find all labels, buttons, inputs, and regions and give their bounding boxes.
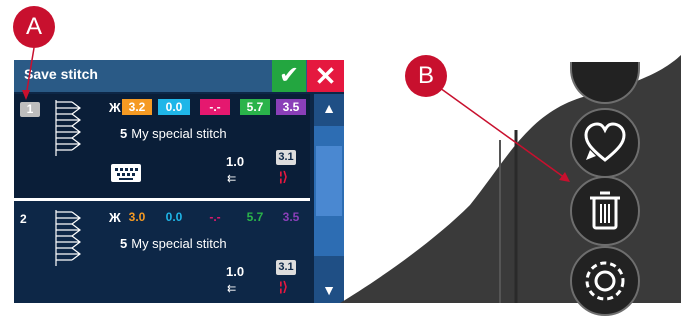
settings-button[interactable] bbox=[570, 246, 640, 316]
stitch-preview-icon bbox=[55, 210, 81, 266]
dialog-title: Save stitch bbox=[24, 66, 98, 82]
delete-button[interactable] bbox=[570, 176, 640, 246]
check-icon: ✔ bbox=[278, 62, 300, 89]
param-value: 0.0 bbox=[165, 210, 183, 224]
stitch-type-icon: Ж bbox=[109, 210, 121, 225]
stitch-count: 5 bbox=[120, 126, 128, 141]
param-value: 3.0 bbox=[128, 210, 146, 224]
param-value: 3.5 bbox=[282, 210, 300, 224]
trash-icon bbox=[590, 191, 620, 230]
stitch-row[interactable]: 1 Ж 3.2 0.0 -.- 5.7 3.5 5 My special stit… bbox=[14, 94, 310, 198]
param-value: -.- bbox=[209, 210, 221, 224]
row-number: 1 bbox=[20, 102, 40, 117]
length-icon: ⇇ bbox=[227, 173, 237, 185]
stitch-name: 5 My special stitch bbox=[120, 236, 227, 251]
save-stitch-dialog: Save stitch ✔ ✕ 1 Ж 3.2 0.0 -.- 5.7 3.5 … bbox=[14, 60, 344, 303]
length-icon: ⇇ bbox=[227, 283, 237, 295]
stitch-preview-icon bbox=[55, 100, 81, 156]
width-badge: 3.1 bbox=[276, 260, 296, 275]
width-badge: 3.1 bbox=[276, 150, 296, 165]
row-number: 2 bbox=[20, 212, 27, 226]
keyboard-icon[interactable] bbox=[111, 164, 141, 182]
stitch-length: 1.0 bbox=[226, 264, 245, 279]
stitch-count: 5 bbox=[120, 236, 128, 251]
mirror-icon: ¦⟩ bbox=[279, 169, 288, 184]
param-value: 3.5 bbox=[276, 99, 306, 115]
confirm-button[interactable]: ✔ bbox=[272, 60, 306, 92]
favorite-button[interactable] bbox=[570, 108, 640, 178]
param-value: -.- bbox=[200, 99, 230, 115]
stitch-name: 5 My special stitch bbox=[120, 126, 227, 141]
callout-a: A bbox=[13, 6, 55, 48]
gear-icon bbox=[585, 261, 625, 301]
dialog-titlebar: Save stitch ✔ ✕ bbox=[14, 60, 344, 92]
row-divider bbox=[14, 198, 310, 201]
stitch-row[interactable]: 2 Ж 3.0 0.0 -.- 5.7 3.5 5 My special stit… bbox=[14, 204, 310, 303]
param-value: 5.7 bbox=[246, 210, 264, 224]
scroll-thumb[interactable] bbox=[316, 146, 342, 216]
stitch-type-icon: Ж bbox=[109, 100, 121, 115]
close-icon: ✕ bbox=[314, 61, 337, 91]
stitch-label: My special stitch bbox=[131, 126, 227, 141]
close-button[interactable]: ✕ bbox=[307, 60, 344, 92]
heart-icon bbox=[584, 122, 626, 162]
mirror-icon: ¦⟩ bbox=[279, 279, 288, 294]
param-value: 5.7 bbox=[240, 99, 270, 115]
param-value: 0.0 bbox=[158, 99, 190, 115]
stitch-length: 1.0 bbox=[226, 154, 245, 169]
stitch-label: My special stitch bbox=[131, 236, 227, 251]
param-value: 3.2 bbox=[122, 99, 152, 115]
